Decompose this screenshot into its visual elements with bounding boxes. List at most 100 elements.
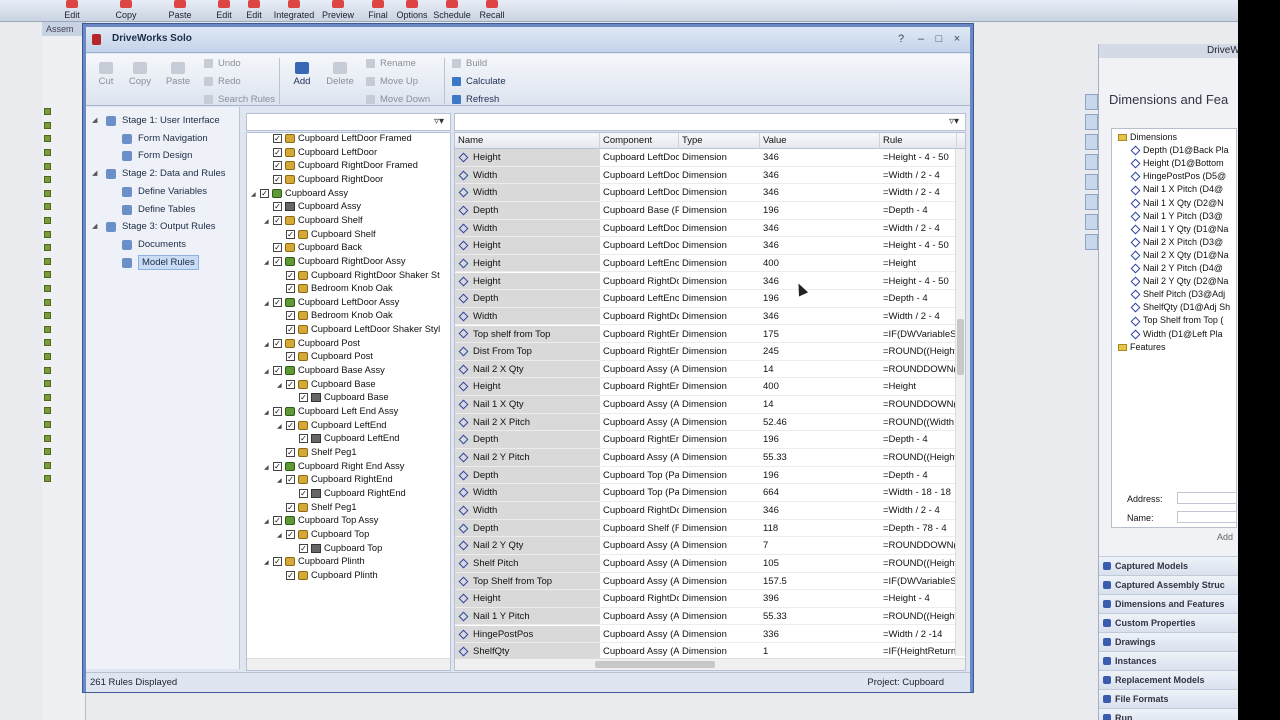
include-checkbox[interactable]: ✓ xyxy=(273,243,282,253)
name-field[interactable] xyxy=(1177,511,1237,523)
include-checkbox[interactable]: ✓ xyxy=(286,379,295,389)
expand-arrow-icon[interactable]: ◢ xyxy=(264,557,273,570)
table-row[interactable]: Depth Cupboard Shelf (F Dimension 118 =Depth… xyxy=(455,519,965,538)
dimension-tree-item[interactable]: Nail 2 X Pitch (D3@ xyxy=(1130,236,1223,249)
include-checkbox[interactable]: ✓ xyxy=(286,284,295,294)
expand-arrow-icon[interactable]: ◢ xyxy=(264,366,273,379)
host-tree-item[interactable] xyxy=(44,147,84,159)
tree-item[interactable]: ✓ Cupboard Top xyxy=(290,542,382,556)
copy-button[interactable]: Copy xyxy=(122,62,158,87)
table-cell[interactable]: =ROUND((Height xyxy=(880,449,957,467)
column-header[interactable]: Value xyxy=(760,133,880,149)
table-row[interactable]: Height Cupboard RightDo Dimension 346 =Heigh… xyxy=(455,272,965,291)
taskpane-tab-icon[interactable] xyxy=(1085,154,1098,170)
taskpane-tab-icon[interactable] xyxy=(1085,194,1098,210)
tree-item[interactable]: ✓ Cupboard RightDoor xyxy=(264,173,383,187)
table-cell[interactable]: =Width / 2 -14 xyxy=(880,626,957,644)
table-cell[interactable]: =ROUNDDOWN(( xyxy=(880,396,957,414)
dimension-tree-item[interactable]: Nail 2 Y Qty (D2@Na xyxy=(1130,275,1228,288)
table-cell[interactable]: =Width / 2 - 4 xyxy=(880,167,957,185)
add-rule-button[interactable]: Add xyxy=(284,62,320,87)
include-checkbox[interactable]: ✓ xyxy=(273,338,282,348)
dimension-tree-item[interactable]: Nail 1 X Pitch (D4@ xyxy=(1130,183,1223,196)
include-checkbox[interactable]: ✓ xyxy=(299,488,308,498)
host-tree-item[interactable] xyxy=(44,160,84,172)
host-tree-item[interactable] xyxy=(44,310,84,322)
include-checkbox[interactable]: ✓ xyxy=(286,420,295,430)
taskpane-tab-icon[interactable] xyxy=(1085,94,1098,110)
table-cell[interactable]: =ROUNDDOWN(( xyxy=(880,537,957,555)
column-header[interactable]: Type xyxy=(679,133,760,149)
include-checkbox[interactable]: ✓ xyxy=(273,461,282,471)
tree-item[interactable]: ✓ Cupboard LeftDoor xyxy=(264,146,377,160)
tree-item[interactable]: ◢ ✓ Cupboard RightEnd xyxy=(277,473,393,487)
scrollbar-thumb[interactable] xyxy=(957,319,964,375)
expand-arrow-icon[interactable]: ◢ xyxy=(92,112,97,129)
taskpane-tab-icon[interactable] xyxy=(1085,174,1098,190)
include-checkbox[interactable]: ✓ xyxy=(299,543,308,553)
table-cell[interactable]: =Height xyxy=(880,378,957,397)
table-row[interactable]: Width Cupboard LeftDoo Dimension 346 =Width … xyxy=(455,219,965,238)
host-toolbar-button[interactable]: Copy xyxy=(100,0,152,22)
include-checkbox[interactable]: ✓ xyxy=(273,366,282,376)
nav-item[interactable]: Form Design xyxy=(86,147,240,164)
include-checkbox[interactable]: ✓ xyxy=(273,147,282,157)
tree-item[interactable]: ✓ Cupboard Shelf xyxy=(277,228,376,242)
include-checkbox[interactable]: ✓ xyxy=(273,557,282,567)
tree-item[interactable]: ✓ Cupboard Back xyxy=(264,241,362,255)
table-row[interactable]: Width Cupboard LeftDoo Dimension 346 =Width … xyxy=(455,184,965,202)
tree-item[interactable]: ✓ Bedroom Knob Oak xyxy=(277,309,393,323)
include-checkbox[interactable]: ✓ xyxy=(286,447,295,457)
taskpane-tab-icon[interactable] xyxy=(1085,214,1098,230)
grid-horizontal-scrollbar[interactable] xyxy=(455,658,965,670)
dimension-tree-item[interactable]: Nail 1 X Qty (D2@N xyxy=(1130,197,1224,210)
table-row[interactable]: Width Cupboard LeftDoo Dimension 346 =Width … xyxy=(455,166,965,185)
dimension-tree-item[interactable]: Width (D1@Left Pla xyxy=(1130,328,1223,341)
taskpane-section[interactable]: Custom Properties xyxy=(1099,613,1238,632)
taskpane-section[interactable]: Run xyxy=(1099,708,1238,720)
move-down-button[interactable]: Move Down xyxy=(366,94,430,105)
expand-arrow-icon[interactable]: ◢ xyxy=(251,189,260,202)
table-cell[interactable]: =Depth - 4 xyxy=(880,431,957,449)
include-checkbox[interactable]: ✓ xyxy=(273,215,282,225)
nav-item[interactable]: ◢ Stage 1: User Interface xyxy=(86,112,240,129)
tree-item[interactable]: ✓ Cupboard Plinth xyxy=(277,569,378,583)
expand-arrow-icon[interactable]: ◢ xyxy=(92,165,97,182)
include-checkbox[interactable]: ✓ xyxy=(286,270,295,280)
host-tree-item[interactable] xyxy=(44,392,84,404)
tree-item[interactable]: ✓ Cupboard LeftEnd xyxy=(290,432,399,446)
host-tree-item[interactable] xyxy=(44,337,84,349)
tree-item[interactable]: ✓ Cupboard Post xyxy=(277,350,373,364)
tree-item[interactable]: ◢ ✓ Cupboard Right End Assy xyxy=(264,460,404,474)
table-row[interactable]: Depth Cupboard Base (P Dimension 196 =Depth … xyxy=(455,201,965,220)
table-cell[interactable]: =Width / 2 - 4 xyxy=(880,502,957,520)
host-tree-item[interactable] xyxy=(44,133,84,145)
table-cell[interactable]: =Height - 4 - 50 xyxy=(880,237,957,255)
include-checkbox[interactable]: ✓ xyxy=(286,311,295,321)
taskpane-tab-icon[interactable] xyxy=(1085,134,1098,150)
add-button[interactable]: Add xyxy=(1217,532,1233,542)
column-header[interactable]: Rule xyxy=(880,133,957,149)
host-tree-item[interactable] xyxy=(44,242,84,254)
dimension-tree-item[interactable]: Shelf Pitch (D3@Adj xyxy=(1130,288,1225,301)
nav-item[interactable]: ◢ Stage 3: Output Rules xyxy=(86,218,240,235)
include-checkbox[interactable]: ✓ xyxy=(299,393,308,403)
expand-arrow-icon[interactable]: ◢ xyxy=(264,516,273,529)
table-cell[interactable]: =Height - 4 - 50 xyxy=(880,149,957,167)
table-cell[interactable]: =Width - 18 - 18 xyxy=(880,484,957,502)
taskpane-section[interactable]: Captured Assembly Struc xyxy=(1099,575,1238,594)
table-cell[interactable]: =Depth - 4 xyxy=(880,202,957,220)
dimension-tree-item[interactable]: HingePostPos (D5@ xyxy=(1130,170,1226,183)
host-tree-item[interactable] xyxy=(44,188,84,200)
dimension-tree-item[interactable]: Nail 2 X Qty (D1@Na xyxy=(1130,249,1229,262)
tree-item[interactable]: ✓ Bedroom Knob Oak xyxy=(277,282,393,296)
host-tree-item[interactable] xyxy=(44,120,84,132)
expand-arrow-icon[interactable]: ◢ xyxy=(264,462,273,475)
tree-item[interactable]: ✓ Cupboard RightDoor Shaker St xyxy=(277,269,440,283)
tree-item[interactable]: ◢ ✓ Cupboard Post xyxy=(264,337,360,351)
include-checkbox[interactable]: ✓ xyxy=(286,475,295,485)
table-cell[interactable]: =ROUND((Height xyxy=(880,608,957,626)
table-row[interactable]: Height Cupboard LeftDoo Dimension 346 =Heigh… xyxy=(455,149,965,167)
table-cell[interactable]: =ROUND((Height xyxy=(880,555,957,573)
table-row[interactable]: Nail 1 X Qty Cupboard Assy (A Dimension 14 =… xyxy=(455,396,965,414)
